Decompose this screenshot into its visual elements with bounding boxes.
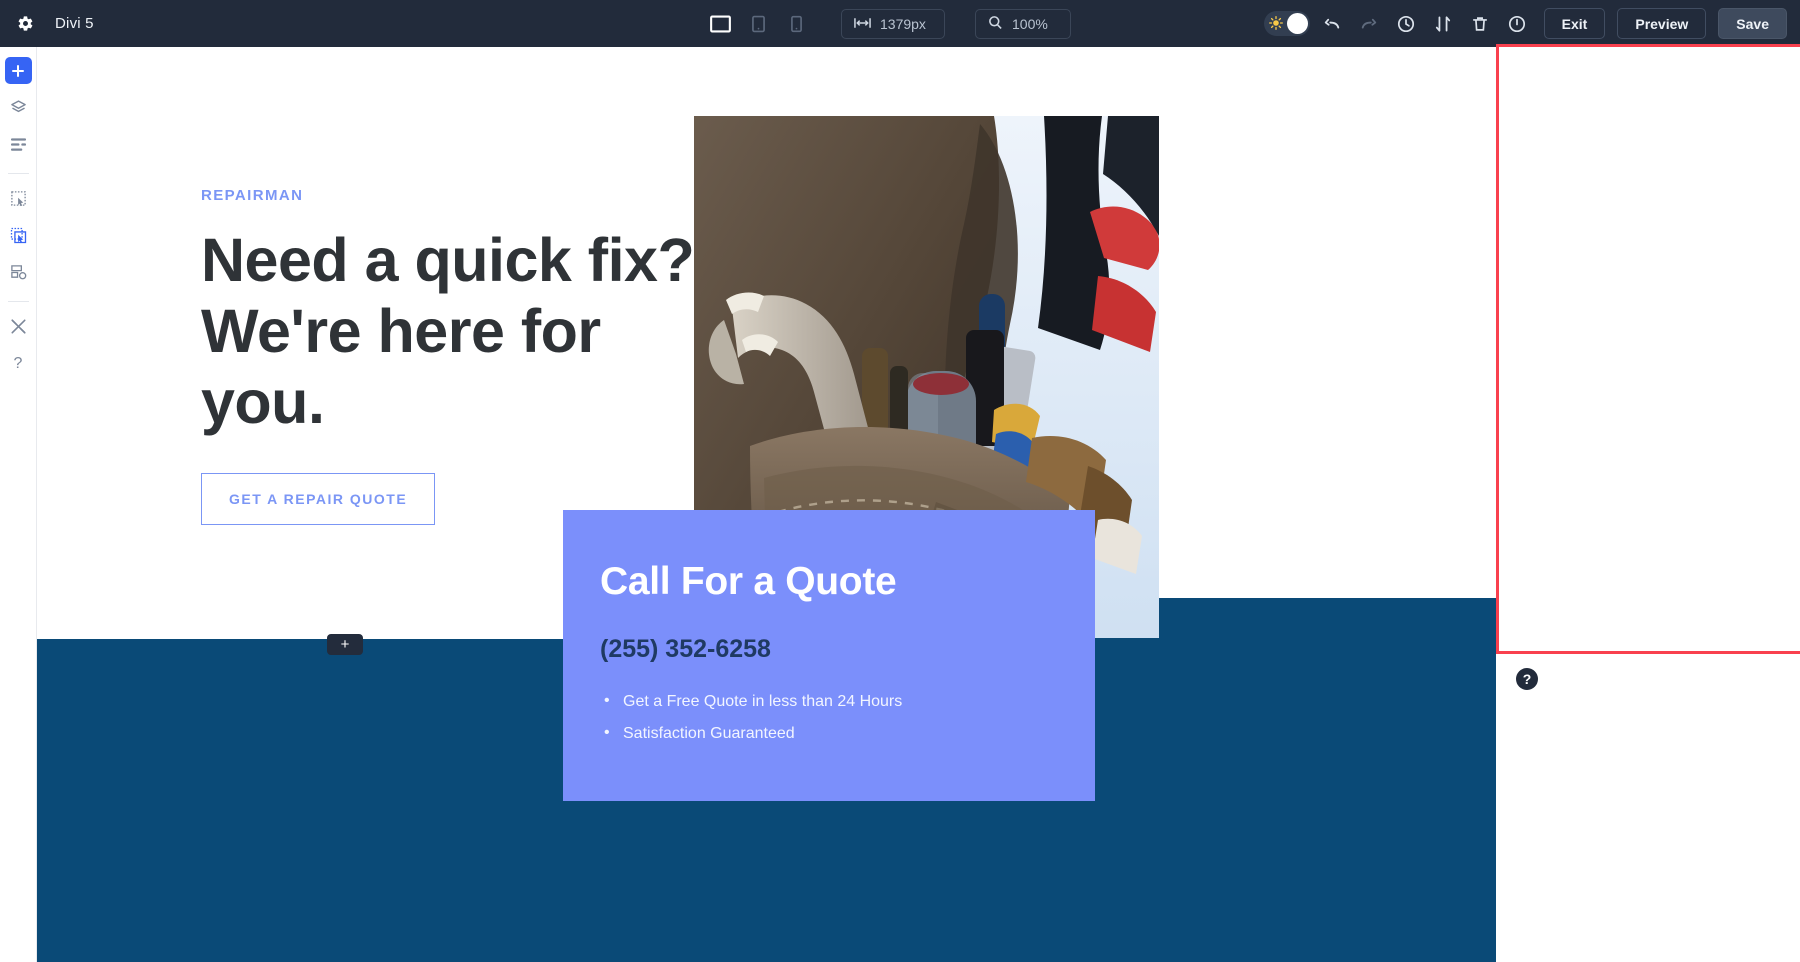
- viewport-width-field[interactable]: 1379px: [841, 8, 945, 39]
- phone-icon[interactable]: [781, 10, 811, 38]
- layers-icon[interactable]: [5, 94, 32, 121]
- preview-button[interactable]: Preview: [1617, 8, 1707, 39]
- width-arrows-icon: [854, 16, 871, 32]
- desktop-icon[interactable]: [705, 10, 735, 38]
- quote-heading: Call For a Quote: [600, 560, 897, 603]
- zoom-value: 100%: [1012, 15, 1048, 32]
- app-title: Divi 5: [55, 15, 94, 32]
- viewport-width-value: 1379px: [880, 15, 926, 32]
- hero-eyebrow: REPAIRMAN: [201, 187, 304, 204]
- sun-glyph: [1268, 15, 1283, 32]
- exit-button[interactable]: Exit: [1543, 8, 1606, 39]
- redo-icon[interactable]: [1354, 9, 1384, 39]
- clock-icon[interactable]: [1391, 9, 1421, 39]
- top-toolbar: Divi 5 1379px 100% Exit Preview Save: [0, 0, 1800, 47]
- list-item: Get a Free Quote in less than 24 Hours: [600, 689, 1058, 715]
- trash-icon[interactable]: [1465, 9, 1495, 39]
- list-icon[interactable]: [5, 131, 32, 158]
- up-down-arrows-icon[interactable]: [1428, 9, 1458, 39]
- divi-builder-screen: Divi 5 1379px 100% Exit Preview Save ? R…: [0, 0, 1800, 962]
- viewport-controls: 1379px 100%: [705, 0, 1071, 47]
- hero-headline[interactable]: Need a quick fix? We're here for you.: [201, 225, 721, 437]
- list-item: Satisfaction Guaranteed: [600, 721, 1058, 747]
- add-row-button[interactable]: +: [327, 634, 363, 655]
- gear-icon[interactable]: [13, 12, 37, 36]
- toggle-knob: [1286, 13, 1308, 34]
- quote-bullet-list: Get a Free Quote in less than 24 Hours S…: [600, 689, 1058, 747]
- question-mark-icon[interactable]: ?: [5, 350, 32, 377]
- get-a-repair-quote-button[interactable]: GET A REPAIR QUOTE: [201, 473, 436, 526]
- multi-select-cursor-icon[interactable]: [5, 222, 32, 249]
- zoom-field[interactable]: 100%: [975, 8, 1071, 39]
- sun-icon[interactable]: [1263, 11, 1310, 36]
- help-button[interactable]: ?: [1516, 668, 1538, 690]
- undo-icon[interactable]: [1317, 9, 1347, 39]
- settings-panel-wrapper: Page › Section › Row › Column Text Defau…: [1496, 44, 1800, 962]
- top-actions: Exit Preview Save: [1263, 0, 1787, 47]
- wrench-screwdriver-icon[interactable]: [5, 313, 32, 340]
- quote-phone: (255) 352-6258: [600, 635, 771, 663]
- rail-divider-1: [7, 173, 29, 174]
- magnifier-icon: [988, 15, 1003, 33]
- hero-text-block: REPAIRMAN Need a quick fix? We're here f…: [201, 187, 721, 526]
- call-for-a-quote-module[interactable]: Call For a Quote (255) 352-6258 Get a Fr…: [563, 510, 1095, 801]
- power-icon[interactable]: [1502, 9, 1532, 39]
- save-button[interactable]: Save: [1718, 8, 1787, 39]
- select-cursor-icon[interactable]: [5, 185, 32, 212]
- database-gear-icon[interactable]: [5, 259, 32, 286]
- sidebar-item-add-module[interactable]: [4, 57, 32, 84]
- tablet-icon[interactable]: [743, 10, 773, 38]
- rail-divider-2: [7, 301, 29, 302]
- page-canvas: REPAIRMAN Need a quick fix? We're here f…: [37, 47, 1500, 962]
- left-rail: ?: [0, 47, 37, 962]
